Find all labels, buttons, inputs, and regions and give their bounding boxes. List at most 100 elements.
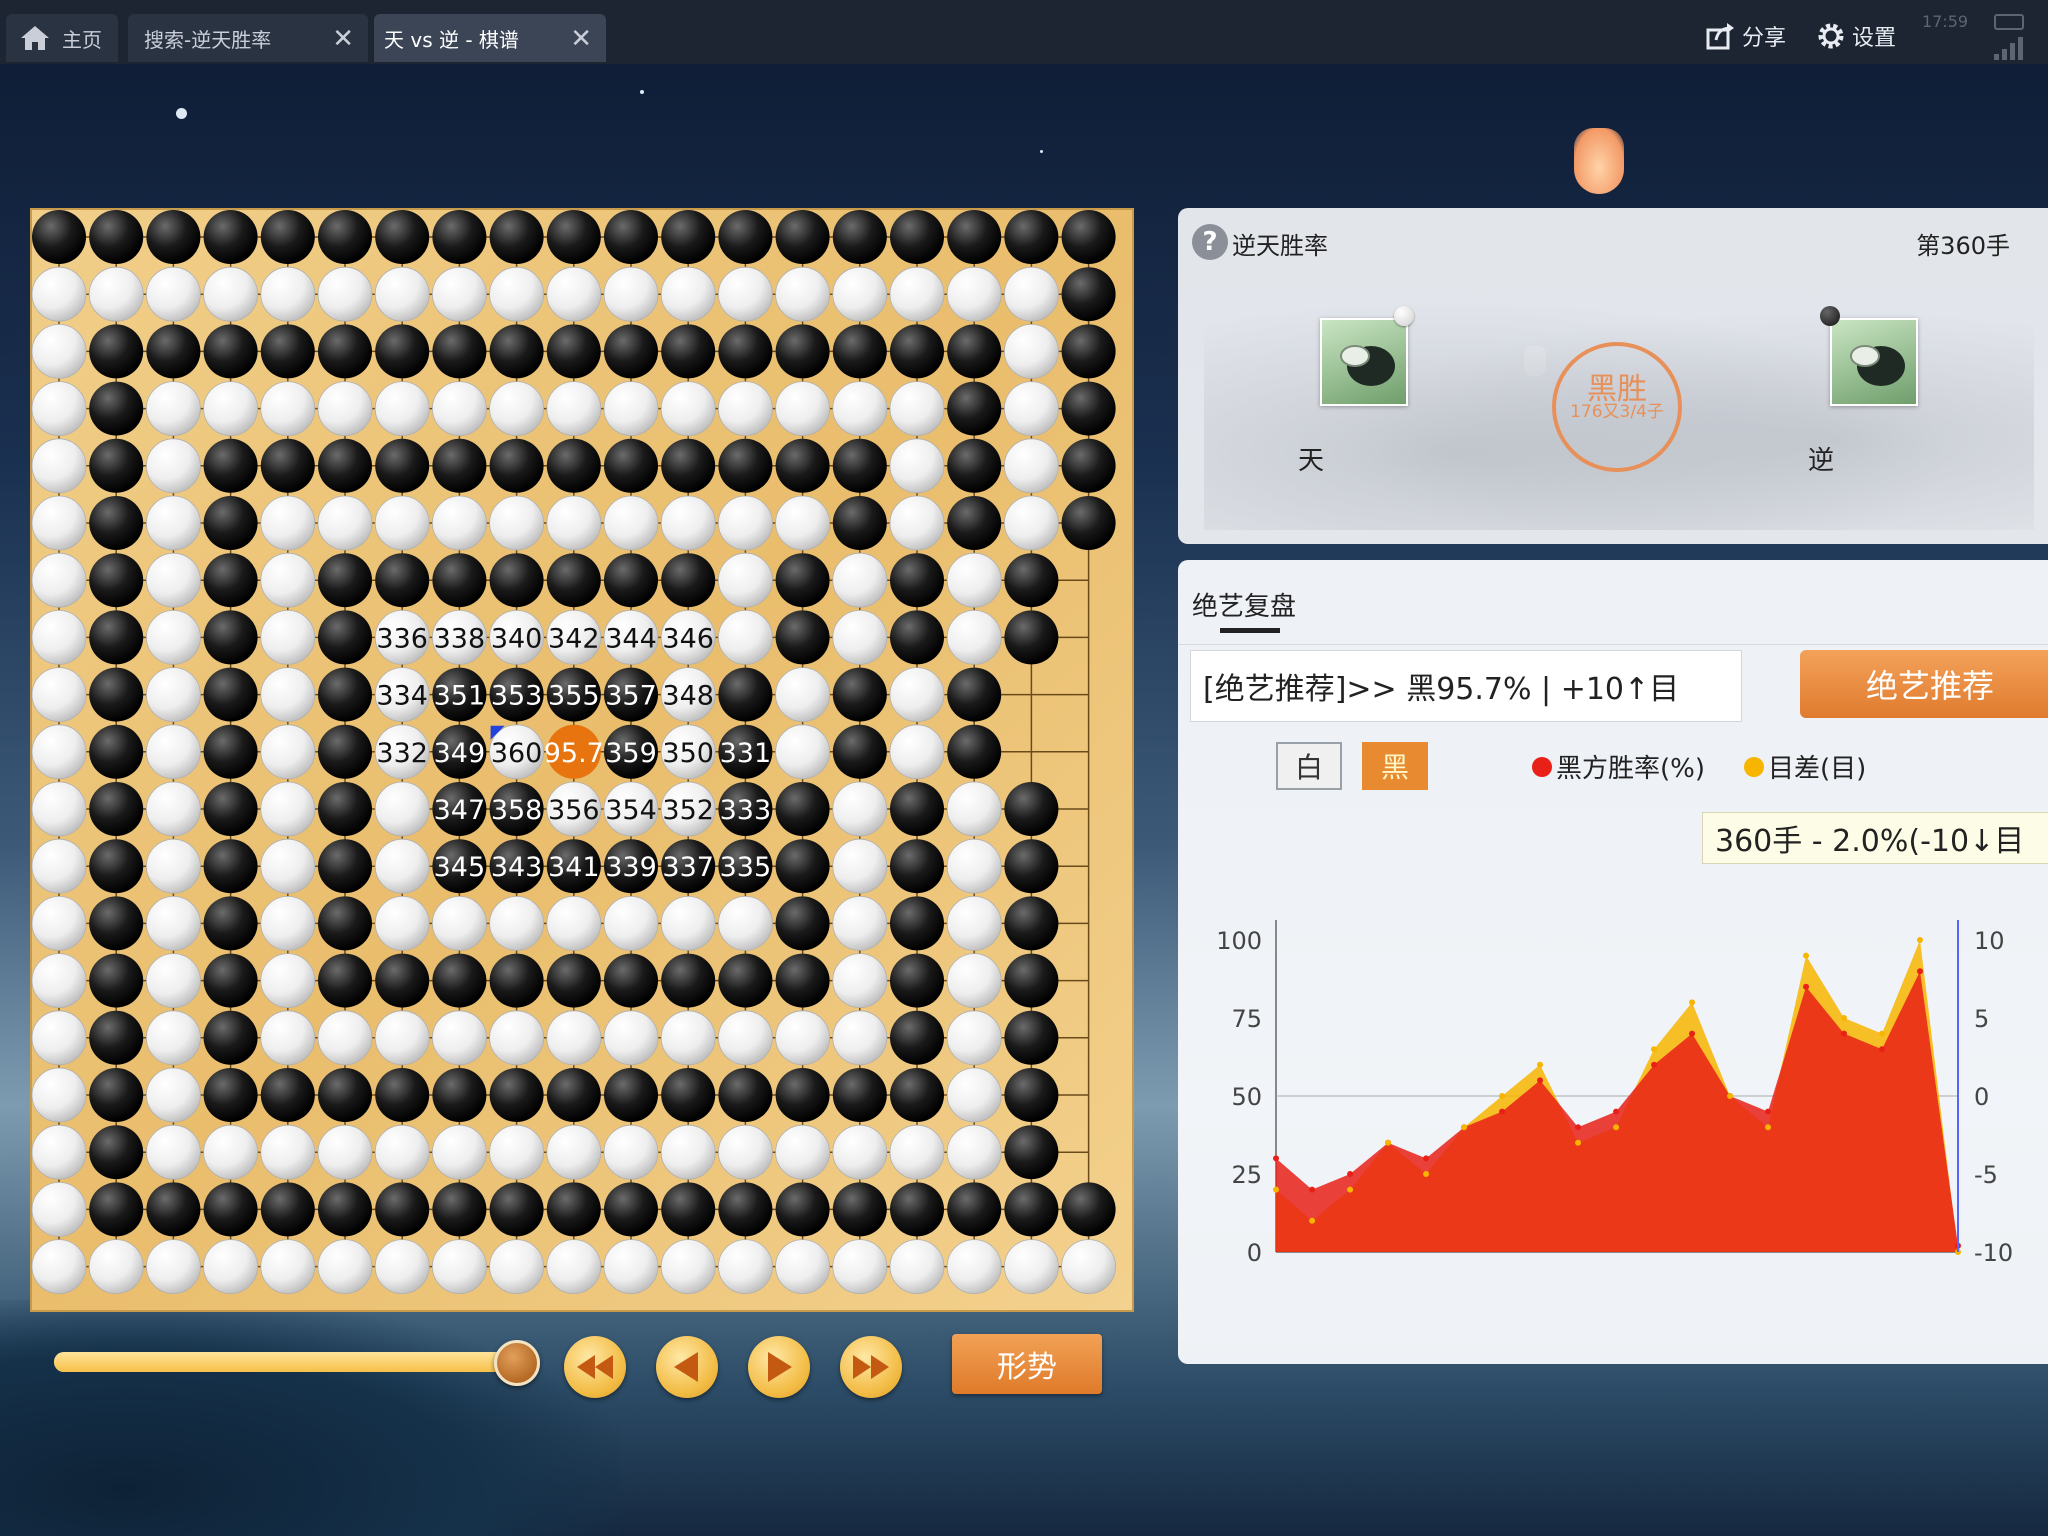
step-backward-button[interactable] — [656, 1336, 718, 1398]
white-stone[interactable] — [32, 438, 87, 494]
white-stone[interactable] — [660, 495, 716, 551]
white-stone[interactable] — [88, 1239, 144, 1294]
black-stone[interactable] — [890, 1182, 944, 1237]
black-stone[interactable] — [947, 210, 1002, 264]
black-stone[interactable] — [432, 438, 487, 493]
black-stone[interactable] — [718, 1182, 773, 1237]
black-stone[interactable] — [318, 1068, 372, 1122]
white-stone[interactable] — [718, 1124, 773, 1180]
white-stone[interactable] — [946, 1239, 1002, 1294]
black-stone[interactable] — [89, 1125, 144, 1180]
black-stone[interactable] — [375, 324, 430, 379]
white-stone[interactable] — [32, 266, 87, 322]
white-stone[interactable] — [718, 609, 773, 665]
white-stone[interactable] — [260, 381, 316, 437]
black-stone[interactable] — [718, 953, 773, 1008]
black-stone[interactable] — [489, 953, 544, 1008]
white-stone[interactable] — [489, 381, 545, 437]
white-stone[interactable] — [489, 896, 545, 951]
black-stone[interactable] — [89, 381, 144, 436]
black-stone[interactable] — [890, 896, 944, 951]
white-stone[interactable] — [660, 1239, 716, 1294]
black-stone[interactable] — [832, 667, 887, 722]
black-stone[interactable] — [604, 953, 658, 1008]
white-stone[interactable] — [489, 266, 545, 322]
move-slider-thumb[interactable] — [494, 1340, 540, 1386]
black-stone[interactable] — [318, 553, 372, 608]
white-stone[interactable] — [718, 495, 773, 551]
white-stone[interactable] — [832, 266, 888, 322]
black-stone[interactable] — [318, 1182, 372, 1237]
white-stone[interactable] — [489, 495, 545, 551]
white-stone[interactable] — [32, 667, 87, 722]
black-stone[interactable] — [375, 553, 430, 608]
white-stone[interactable] — [718, 896, 773, 951]
white-stone[interactable] — [1004, 381, 1059, 437]
black-stone[interactable] — [890, 324, 944, 379]
black-stone[interactable] — [489, 1068, 544, 1122]
white-stone[interactable] — [946, 552, 1002, 608]
white-stone[interactable] — [260, 266, 316, 322]
black-stone[interactable] — [318, 896, 372, 951]
black-stone[interactable] — [1061, 210, 1116, 264]
black-stone[interactable] — [89, 553, 144, 608]
white-stone[interactable] — [546, 381, 602, 437]
white-stone[interactable] — [546, 1010, 602, 1066]
black-stone[interactable] — [203, 496, 258, 550]
black-stone[interactable] — [89, 610, 144, 665]
white-stone[interactable] — [260, 495, 316, 551]
black-stone[interactable] — [432, 324, 487, 379]
white-stone[interactable] — [603, 1010, 659, 1066]
white-stone[interactable] — [32, 896, 87, 951]
black-toggle-button[interactable]: 黑 — [1362, 742, 1428, 790]
fast-forward-button[interactable] — [840, 1336, 902, 1398]
white-stone[interactable] — [260, 609, 316, 665]
black-stone[interactable] — [489, 438, 544, 493]
white-stone[interactable] — [260, 724, 316, 780]
black-stone[interactable] — [260, 210, 315, 264]
black-stone[interactable] — [661, 1068, 716, 1122]
white-stone[interactable] — [603, 495, 659, 551]
black-stone[interactable] — [89, 1068, 144, 1122]
black-stone[interactable] — [661, 438, 716, 493]
black-stone[interactable] — [146, 1182, 201, 1237]
black-stone[interactable] — [203, 953, 258, 1008]
white-stone[interactable] — [317, 1239, 373, 1294]
white-stone[interactable] — [317, 1010, 373, 1066]
black-stone[interactable] — [203, 1068, 258, 1122]
white-stone[interactable] — [374, 896, 430, 951]
white-stone[interactable] — [660, 1124, 716, 1180]
white-stone[interactable] — [145, 438, 201, 494]
white-stone[interactable] — [718, 381, 773, 437]
black-stone[interactable] — [604, 1068, 658, 1122]
white-stone[interactable] — [203, 381, 259, 437]
white-stone[interactable] — [317, 266, 373, 322]
black-stone[interactable] — [318, 953, 372, 1008]
black-stone[interactable] — [947, 496, 1002, 550]
black-stone[interactable] — [375, 1068, 430, 1122]
white-stone[interactable] — [431, 381, 487, 437]
white-stone[interactable] — [889, 1124, 945, 1180]
white-stone[interactable] — [718, 552, 773, 608]
black-stone[interactable] — [604, 438, 658, 493]
close-icon[interactable]: ✕ — [332, 24, 354, 54]
black-stone[interactable] — [890, 210, 944, 264]
black-stone[interactable] — [1004, 553, 1059, 608]
black-stone[interactable] — [1061, 496, 1116, 550]
white-stone[interactable] — [431, 266, 487, 322]
white-stone[interactable] — [603, 1124, 659, 1180]
share-button[interactable]: 分享 — [1706, 18, 1786, 54]
white-stone[interactable] — [32, 838, 87, 894]
black-stone[interactable] — [832, 438, 887, 493]
white-stone[interactable] — [32, 1124, 87, 1180]
black-stone[interactable] — [546, 1182, 601, 1237]
black-stone[interactable] — [718, 667, 773, 722]
white-stone[interactable] — [145, 609, 201, 665]
black-stone[interactable] — [947, 381, 1002, 436]
black-stone[interactable] — [1004, 953, 1059, 1008]
black-stone[interactable] — [89, 667, 144, 722]
white-stone[interactable] — [603, 381, 659, 437]
black-stone[interactable] — [890, 1010, 944, 1065]
white-stone[interactable] — [260, 552, 316, 608]
black-stone[interactable] — [890, 610, 944, 665]
